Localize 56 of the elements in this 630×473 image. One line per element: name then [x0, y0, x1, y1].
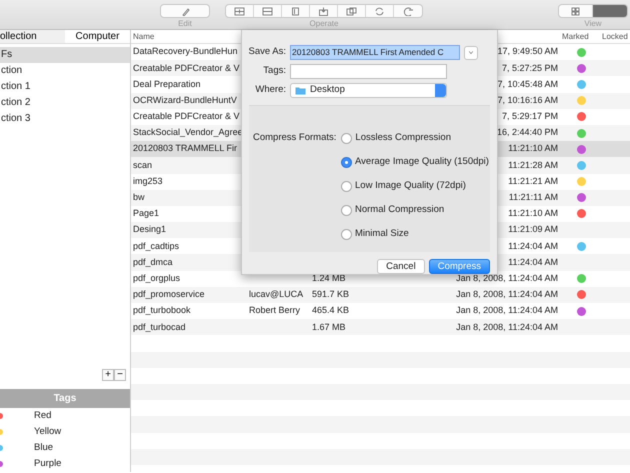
edit-label: Edit	[178, 19, 192, 29]
table-cell-text: 7, 5:27:25 PM	[502, 62, 558, 75]
table-cell-text: bw	[132, 191, 146, 204]
option-label: Average Image Quality (150dpi)	[355, 154, 489, 169]
table-cell-text: 11:24:04 AM	[508, 256, 558, 269]
table-cell-text: 11:21:28 AM	[508, 158, 558, 172]
table-cell-text: pdf_dmca	[132, 256, 174, 269]
compress-formats-label: Compress Formats:	[253, 130, 336, 145]
table-cell-text: 20120803 TRAMMELL Fir	[132, 142, 238, 156]
table-cell-text: 591.7 KB	[311, 288, 350, 302]
view-label: View	[584, 19, 602, 29]
table-cell-text: scan	[132, 158, 154, 172]
table-cell-text: pdf_cadtips	[132, 240, 180, 253]
table-cell-text: Desing1	[132, 223, 168, 236]
option-label: Lossless Compression	[355, 130, 451, 145]
option-label: Low Image Quality (72dpi)	[355, 178, 466, 193]
table-cell-text: 17, 9:49:50 AM	[497, 45, 558, 58]
table-cell-text: 7, 10:16:16 AM	[497, 94, 558, 107]
field-label: Tags:	[262, 64, 286, 78]
table-cell-text: 11:24:04 AM	[508, 240, 558, 253]
field-label: Where:	[254, 83, 286, 98]
table-cell-text: 11:21:11 AM	[508, 191, 558, 204]
table-cell-text: lucav@LUCA	[248, 288, 304, 302]
table-cell-text: 11:21:21 AM	[508, 174, 558, 188]
table-cell-text: 11:21:09 AM	[508, 223, 558, 236]
table-cell-text: pdf_orgplus	[132, 272, 182, 285]
table-cell-text: 7, 5:29:17 PM	[502, 110, 558, 124]
table-cell-text: 1.67 MB	[311, 320, 347, 334]
table-cell-text: Jan 8, 2008, 11:24:04 AM	[456, 320, 558, 334]
table-cell-text: Creatable PDFCreator & V	[132, 62, 241, 75]
operate-label: Operate	[310, 19, 338, 29]
table-cell-text: Jan 8, 2008, 11:24:04 AM	[456, 272, 558, 285]
table-cell-text: 11:21:10 AM	[508, 142, 558, 156]
table-cell-text: 465.4 KB	[311, 304, 350, 318]
field-label: Save As:	[248, 45, 286, 60]
table-cell-text: 16, 2:44:40 PM	[496, 126, 558, 140]
table-cell-text: StackSocial_Vendor_Agree	[132, 126, 244, 140]
table-cell-text: Robert Berry	[248, 304, 302, 318]
table-cell-text: DataRecovery-BundleHun	[132, 45, 239, 58]
option-label: Minimal Size	[355, 226, 409, 241]
option-label: Normal Compression	[355, 202, 444, 217]
table-cell-text: Deal Preparation	[132, 78, 202, 91]
table-cell-text: 11:21:10 AM	[508, 207, 558, 220]
table-cell-text: Page1	[132, 207, 160, 220]
table-cell-text: pdf_turbocad	[132, 320, 187, 334]
tags-header: Tags	[0, 389, 130, 408]
table-cell-text: 1.24 MB	[311, 272, 347, 285]
location-value: Desktop	[310, 83, 345, 98]
table-cell-text: OCRWizard-BundleHuntV	[132, 94, 238, 107]
table-cell-text: Jan 8, 2008, 11:24:04 AM	[456, 288, 558, 302]
table-cell-text: Creatable PDFCreator & V	[132, 110, 241, 124]
table-cell-text: img253	[132, 174, 164, 188]
table-cell-text: 7, 10:45:48 AM	[497, 78, 558, 91]
table-cell-text: Jan 8, 2008, 11:24:04 AM	[456, 304, 558, 318]
table-cell-text: pdf_promoservice	[132, 288, 206, 302]
table-cell-text: pdf_turbobook	[132, 304, 192, 318]
